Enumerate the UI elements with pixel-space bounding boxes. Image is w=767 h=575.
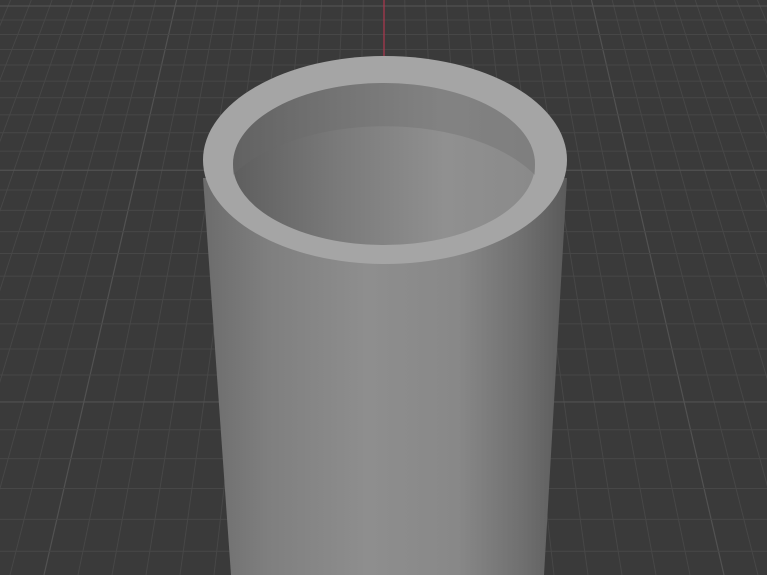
- 3d-viewport[interactable]: [0, 0, 767, 575]
- viewport-canvas[interactable]: [0, 0, 767, 575]
- cylinder-object[interactable]: [203, 56, 567, 575]
